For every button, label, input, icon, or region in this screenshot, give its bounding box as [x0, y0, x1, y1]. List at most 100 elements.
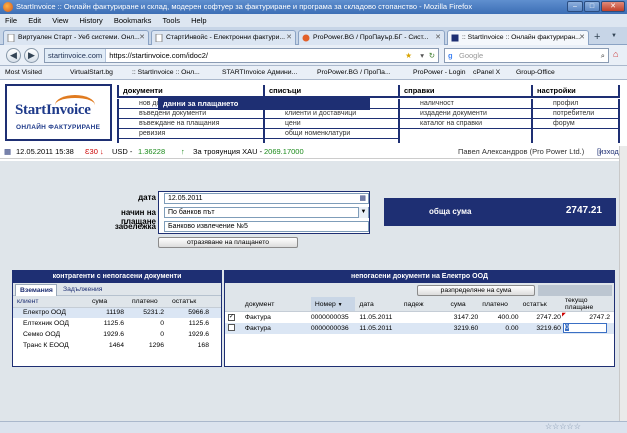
bookmark-group-office[interactable]: Group-Office	[516, 66, 555, 80]
search-icon[interactable]: ⌕	[601, 49, 605, 62]
browser-tab-startinvoice-bg[interactable]: СтартИнвойс - Електронни фактури... ✕	[151, 30, 296, 45]
menu-item-users[interactable]: потребители	[533, 109, 618, 119]
column-header[interactable]: падеж	[399, 297, 447, 312]
menu-view[interactable]: View	[52, 16, 68, 25]
xau-label: За трояунция XAU -	[193, 147, 263, 156]
reload-icon[interactable]: ↻	[429, 49, 435, 62]
column-header[interactable]: клиент	[13, 296, 88, 308]
menu-help[interactable]: Help	[191, 16, 206, 25]
browser-tab-propower[interactable]: ProPower.BG / ПроПауър.БГ - Сист... ✕	[298, 30, 445, 45]
column-header[interactable]: платено	[478, 297, 519, 312]
status-line: ▦ 12.05.2011 15:38 Ɛ30 ↓ USD - 1.36228 ↑…	[0, 144, 627, 159]
close-icon[interactable]: ✕	[139, 31, 145, 45]
table-row[interactable]: Транс К ЕООД 1464 1296 168	[13, 340, 221, 351]
column-header[interactable]: остатък	[518, 297, 561, 312]
current-payment-cell[interactable]: ◤ 2747.2	[561, 312, 614, 323]
new-tab-icon[interactable]: +	[594, 31, 600, 43]
menu-item-revision[interactable]: ревизия	[119, 129, 263, 139]
table-row[interactable]: ✓ Фактура 0000000035 11.05.2011 3147.20 …	[225, 312, 614, 323]
menu-head-settings[interactable]: настройки	[531, 85, 620, 98]
minimize-button[interactable]: –	[567, 1, 583, 12]
menu-item-general-nomenclatures[interactable]: общи номенклатури	[265, 129, 398, 139]
home-icon[interactable]: ⌂	[613, 49, 618, 59]
page-scrollbar[interactable]	[619, 146, 627, 421]
close-icon[interactable]: ✕	[286, 31, 292, 45]
current-payment-input[interactable]: 0	[561, 323, 614, 334]
close-window-button[interactable]: ✕	[601, 1, 625, 12]
payment-method-select[interactable]: По банков път ▼	[164, 207, 369, 218]
menu-item-enter-payments[interactable]: въвеждане на плащания	[119, 119, 263, 129]
column-header[interactable]: сума	[88, 296, 128, 308]
window-title: StartInvoice :: Онлайн фактуриране и скл…	[16, 2, 473, 11]
column-header[interactable]: остатък	[168, 296, 221, 308]
bookmark-virtualstart[interactable]: VirtualStart.bg	[70, 66, 113, 80]
chevron-down-icon[interactable]: ▼	[358, 207, 368, 218]
tab-list-icon[interactable]: ▼	[611, 33, 617, 39]
menu-history[interactable]: History	[79, 16, 102, 25]
logout-link[interactable]: [изход]	[597, 144, 619, 159]
close-icon[interactable]: ✕	[435, 31, 441, 45]
payment-date-field[interactable]: 12.05.2011 ▦	[164, 193, 369, 204]
table-row[interactable]: Елтехник ООД 1125.6 0 1125.6	[13, 318, 221, 329]
menu-item-profile[interactable]: профил	[533, 99, 618, 109]
column-header[interactable]: текущо плащане	[560, 297, 614, 312]
row-checkbox[interactable]	[225, 323, 241, 334]
distribute-amount-button[interactable]: разпределяне на сума	[417, 285, 535, 296]
bookmark-propower-login[interactable]: ProPower - Login	[413, 66, 466, 80]
forward-arrow-icon[interactable]: ▶	[24, 48, 39, 63]
menu-edit[interactable]: Edit	[28, 16, 41, 25]
table-row[interactable]: Фактура 0000000036 11.05.2011 3219.60 0.…	[225, 322, 614, 334]
distribute-amount-field[interactable]	[538, 285, 612, 296]
column-header[interactable]: документ	[240, 297, 311, 312]
row-checkbox[interactable]: ✓	[225, 312, 241, 323]
table-cell: 1125.6	[103, 320, 124, 327]
column-header[interactable]: платено	[128, 296, 168, 308]
menu-item-entered-documents[interactable]: въведени документи	[119, 109, 263, 119]
column-header[interactable]: дата	[355, 297, 400, 312]
record-payment-button[interactable]: отразяване на плащането	[158, 237, 298, 248]
site-identity-badge[interactable]: startinvoice.com	[45, 49, 107, 62]
checkbox-checked-icon[interactable]: ✓	[228, 314, 235, 322]
menu-tools[interactable]: Tools	[162, 16, 180, 25]
tab-payables[interactable]: Задължения	[63, 284, 102, 295]
column-header[interactable]: сума	[446, 297, 479, 312]
bookmark-propower[interactable]: ProPower.BG / ПроПа...	[317, 66, 391, 80]
menu-item-availability[interactable]: наличност	[400, 99, 531, 109]
payment-input-box[interactable]: 0	[562, 323, 607, 333]
menu-item-forum[interactable]: форум	[533, 119, 618, 129]
search-input[interactable]: g Google ⌕	[444, 48, 609, 63]
table-row[interactable]: Електро ООД 11198 5231.2 5966.8	[13, 307, 221, 318]
payment-note-field[interactable]: Банково извлечение №5	[164, 221, 369, 232]
bookmark-most-visited[interactable]: Most Visited	[5, 66, 42, 80]
star-icon[interactable]: ★	[405, 49, 412, 62]
calendar-icon[interactable]: ▦	[359, 194, 366, 203]
menu-item-clients-suppliers[interactable]: клиенти и доставчици	[265, 109, 398, 119]
menu-head-documents[interactable]: документи	[117, 85, 263, 98]
bookmark-startinvoice[interactable]: :: StartInvoice :: Онл...	[132, 66, 200, 80]
table-cell: 2747.20	[536, 313, 561, 321]
checkbox-unchecked-icon[interactable]	[228, 323, 235, 331]
bookmark-cpanel[interactable]: cPanel X	[473, 66, 500, 80]
address-bar[interactable]: startinvoice.com https://startinvoice.com…	[44, 48, 439, 63]
menu-item-report-catalog[interactable]: каталог на справки	[400, 119, 531, 129]
table-row[interactable]: Семко ООД 1929.6 0 1929.6	[13, 329, 221, 340]
table-cell: 3147.20	[453, 313, 479, 321]
menu-item-issued-documents[interactable]: издадени документи	[400, 109, 531, 119]
logo[interactable]: StartInvoice ОНЛАЙН ФАКТУРИРАНЕ	[5, 84, 112, 141]
maximize-button[interactable]: □	[584, 1, 600, 12]
menu-head-reports[interactable]: справки	[398, 85, 531, 98]
dropdown-icon[interactable]: ▾	[420, 49, 424, 62]
browser-tab-startinvoice-active[interactable]: :: StartInvoice :: Онлайн фактуриран... …	[447, 30, 589, 45]
menu-bookmarks[interactable]: Bookmarks	[114, 16, 152, 25]
menu-file[interactable]: File	[5, 16, 17, 25]
table-cell: 5966.8	[188, 309, 209, 317]
menu-item-prices[interactable]: цени	[265, 119, 398, 129]
down-arrow-icon: ↓	[100, 147, 104, 156]
back-arrow-icon[interactable]: ◀	[6, 48, 21, 63]
column-header-sorted[interactable]: Номер ▼	[310, 297, 356, 312]
bookmark-startinvoice-admin[interactable]: STARTInvoice Админи...	[222, 66, 297, 80]
menu-head-lists[interactable]: списъци	[263, 85, 398, 98]
close-icon[interactable]: ✕	[579, 31, 585, 45]
browser-tab-virtualstart[interactable]: Виртуален Старт - Уеб системи. Онл... ✕	[3, 30, 149, 45]
tab-receivables[interactable]: Вземания	[15, 284, 57, 296]
